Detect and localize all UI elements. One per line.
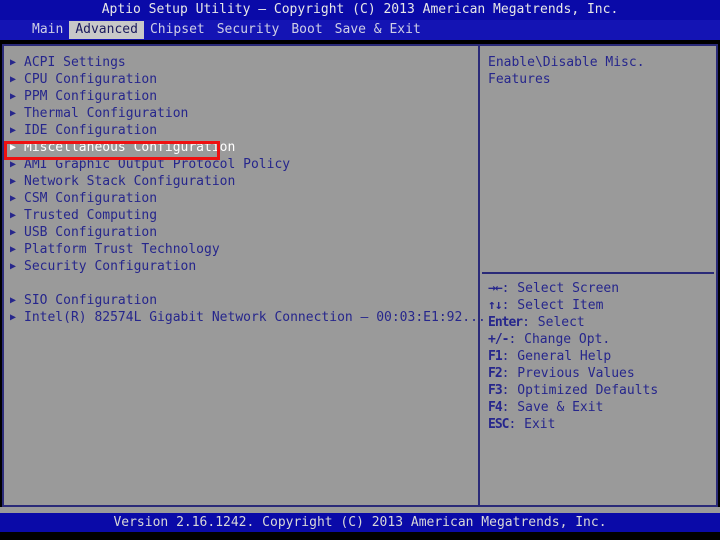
legend-row-exit: ESC: Exit [488, 416, 714, 433]
submenu-arrow-icon: ▶ [10, 57, 17, 68]
menu-item-label: IDE Configuration [24, 123, 158, 138]
legend-desc: : Change Opt. [508, 332, 611, 347]
menu-item-security-configuration[interactable]: ▶ Security Configuration [10, 258, 478, 275]
menu-item-label: CSM Configuration [24, 191, 158, 206]
menu-item-label: Thermal Configuration [24, 106, 189, 121]
menu-item-ppm-configuration[interactable]: ▶ PPM Configuration [10, 88, 478, 105]
legend-desc: : Select Item [501, 298, 604, 313]
content-frame-inner: ▶ ACPI Settings ▶ CPU Configuration ▶ PPM Con… [4, 46, 716, 505]
menu-item-miscellaneous-configuration[interactable]: ▶ Miscellaneous Configuration [10, 139, 478, 156]
content-frame: ▶ ACPI Settings ▶ CPU Configuration ▶ PPM Con… [2, 44, 718, 507]
menu-item-csm-configuration[interactable]: ▶ CSM Configuration [10, 190, 478, 207]
menu-item-label: Trusted Computing [24, 208, 158, 223]
legend-desc: : Previous Values [501, 366, 635, 381]
tab-advanced[interactable]: Advanced [69, 21, 144, 39]
menu-item-cpu-configuration[interactable]: ▶ CPU Configuration [10, 71, 478, 88]
submenu-arrow-icon: ▶ [10, 74, 17, 85]
submenu-arrow-icon: ▶ [10, 210, 17, 221]
help-panel: Enable\Disable Misc. Features →←: Select… [480, 46, 718, 505]
legend-row-previous-values: F2: Previous Values [488, 365, 714, 382]
menu-item-platform-trust-technology[interactable]: ▶ Platform Trust Technology [10, 241, 478, 258]
legend-row-optimized-defaults: F3: Optimized Defaults [488, 382, 714, 399]
legend-desc: : Exit [508, 417, 556, 432]
submenu-arrow-icon: ▶ [10, 227, 17, 238]
tab-save-exit[interactable]: Save & Exit [329, 21, 427, 39]
menu-item-label: CPU Configuration [24, 72, 158, 87]
legend-row-general-help: F1: General Help [488, 348, 714, 365]
menu-item-ami-graphic-output-protocol-policy[interactable]: ▶ AMI Graphic Output Protocol Policy [10, 156, 478, 173]
legend-keys: F3 [488, 383, 503, 398]
legend-keys: ESC [488, 417, 510, 432]
help-separator [482, 272, 714, 274]
menu-item-intel-r-82574l-gigabit-network-connectio[interactable]: ▶ Intel(R) 82574L Gigabit Network Connect… [10, 309, 486, 326]
menu-item-label: SIO Configuration [24, 293, 158, 308]
legend-row-save-exit: F4: Save & Exit [488, 399, 714, 416]
help-description: Enable\Disable Misc. Features [488, 55, 653, 87]
menu-spacer [10, 275, 478, 292]
submenu-arrow-icon: ▶ [10, 125, 17, 136]
menu-item-trusted-computing[interactable]: ▶ Trusted Computing [10, 207, 478, 224]
key-legend: →←: Select Screen ↑↓: Select Item Enter: S… [488, 280, 714, 433]
legend-keys: Enter [488, 315, 523, 330]
tab-main[interactable]: Main [26, 21, 69, 39]
legend-keys: →← [488, 281, 503, 296]
legend-desc: : Select [522, 315, 585, 330]
menu-item-label: USB Configuration [24, 225, 158, 240]
tab-chipset[interactable]: Chipset [144, 21, 211, 39]
submenu-arrow-icon: ▶ [10, 295, 17, 306]
menu-item-label: Security Configuration [24, 259, 197, 274]
submenu-arrow-icon: ▶ [10, 108, 17, 119]
menu-item-label: ACPI Settings [24, 55, 126, 70]
submenu-arrow-icon: ▶ [10, 159, 17, 170]
tab-security[interactable]: Security [211, 21, 286, 39]
legend-keys: F2 [488, 366, 503, 381]
legend-keys: F4 [488, 400, 503, 415]
legend-desc: : Select Screen [501, 281, 620, 296]
legend-row-select-screen: →←: Select Screen [488, 280, 714, 297]
window-title: Aptio Setup Utility – Copyright (C) 2013… [0, 0, 720, 20]
menu-bar: Main Advanced Chipset Security Boot Save… [0, 20, 720, 40]
legend-row-select: Enter: Select [488, 314, 714, 331]
settings-menu-list: ▶ ACPI Settings ▶ CPU Configuration ▶ PPM Con… [4, 46, 486, 505]
submenu-arrow-icon: ▶ [10, 193, 17, 204]
menu-item-ide-configuration[interactable]: ▶ IDE Configuration [10, 122, 478, 139]
menu-item-label: Network Stack Configuration [24, 174, 236, 189]
menu-item-label: AMI Graphic Output Protocol Policy [24, 157, 291, 172]
legend-desc: : Optimized Defaults [501, 383, 659, 398]
version-footer: Version 2.16.1242. Copyright (C) 2013 Am… [0, 513, 720, 532]
legend-desc: : General Help [501, 349, 612, 364]
submenu-arrow-icon: ▶ [10, 91, 17, 102]
menu-item-usb-configuration[interactable]: ▶ USB Configuration [10, 224, 478, 241]
tab-boot[interactable]: Boot [285, 21, 328, 39]
submenu-arrow-icon: ▶ [10, 261, 17, 272]
menu-item-acpi-settings[interactable]: ▶ ACPI Settings [10, 54, 478, 71]
legend-row-change-opt: +/-: Change Opt. [488, 331, 714, 348]
menu-item-label: PPM Configuration [24, 89, 158, 104]
submenu-arrow-icon: ▶ [10, 142, 17, 153]
submenu-arrow-icon: ▶ [10, 244, 17, 255]
menu-item-label: Platform Trust Technology [24, 242, 220, 257]
submenu-arrow-icon: ▶ [10, 176, 17, 187]
menu-item-network-stack-configuration[interactable]: ▶ Network Stack Configuration [10, 173, 478, 190]
menu-item-thermal-configuration[interactable]: ▶ Thermal Configuration [10, 105, 478, 122]
legend-desc: : Save & Exit [501, 400, 604, 415]
submenu-arrow-icon: ▶ [10, 312, 17, 323]
legend-row-select-item: ↑↓: Select Item [488, 297, 714, 314]
legend-keys: +/- [488, 332, 510, 347]
legend-keys: F1 [488, 349, 503, 364]
bios-setup-screen: Aptio Setup Utility – Copyright (C) 2013… [0, 0, 720, 540]
menu-item-sio-configuration[interactable]: ▶ SIO Configuration [10, 292, 478, 309]
menu-item-label: Miscellaneous Configuration [24, 140, 236, 155]
legend-keys: ↑↓ [488, 298, 503, 313]
menu-item-label: Intel(R) 82574L Gigabit Network Connecti… [24, 310, 486, 325]
